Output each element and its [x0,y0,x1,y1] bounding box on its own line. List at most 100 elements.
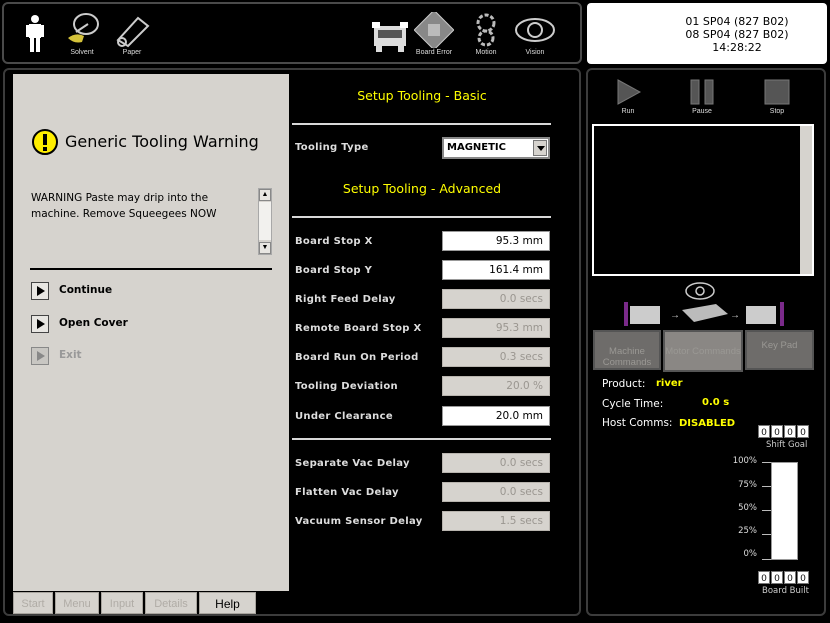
tab-details[interactable]: Details [145,592,197,614]
digit: 0 [797,425,809,438]
dialog-divider [30,268,272,270]
tab-start[interactable]: Start [13,592,53,614]
digit: 0 [797,571,809,584]
board-error-button[interactable]: Board Error [414,12,454,56]
digit: 0 [758,425,770,438]
board-error-icon [414,12,454,48]
tooling-type-label: Tooling Type [295,142,369,153]
board-stop-y-label: Board Stop Y [295,265,373,276]
separate-vac-delay-label: Separate Vac Delay [295,458,410,469]
gauge-tick [762,462,771,463]
gauge-tick [762,559,771,560]
digit: 0 [784,571,796,584]
stop-label: Stop [769,108,785,115]
run-button[interactable]: Run [611,78,645,115]
gauge-75-label: 75% [738,480,757,490]
pause-icon [690,79,714,105]
continue-label: Continue [59,284,113,296]
scroll-down-icon[interactable]: ▼ [259,242,271,254]
solvent-button[interactable]: Solvent [62,12,102,56]
shift-goal-label: Shift Goal [766,440,808,450]
shift-goal-counter: 0 0 0 0 [758,425,809,438]
message-scrollbar[interactable]: ▲ ▼ [258,188,272,255]
dialog-message: WARNING Paste may drip into the machine.… [31,192,217,220]
tab-motor-commands[interactable]: Motor Commands [663,330,743,372]
camera-scrollbar[interactable] [800,126,812,274]
separate-vac-delay-field: 0.0 secs [442,453,550,473]
tooling-type-value: MAGNETIC [447,142,506,153]
board-error-label: Board Error [415,49,453,56]
paper-button[interactable]: Paper [112,12,152,56]
tab-help[interactable]: Help [199,592,256,614]
under-clearance-label: Under Clearance [295,411,393,422]
machine-status: 01 SP04 (827 B02) 08 SP04 (827 B02) 14:2… [587,3,827,64]
solvent-label: Solvent [70,49,94,56]
board-built-counter: 0 0 0 0 [758,571,809,584]
gauge-tick [762,486,771,487]
divider [292,438,551,440]
scroll-thumb[interactable] [259,202,271,240]
scroll-up-icon[interactable]: ▲ [259,189,271,201]
gauge-tick [762,534,771,535]
board-stop-x-label: Board Stop X [295,236,373,247]
pause-label: Pause [692,108,712,115]
status-time: 14:28:22 [712,41,762,54]
digit: 0 [784,425,796,438]
warning-dialog: Generic Tooling Warning WARNING Paste ma… [13,74,289,591]
play-icon [31,347,49,365]
motion-icon [476,13,496,47]
tab-input[interactable]: Input [101,592,143,614]
tooling-type-select[interactable]: MAGNETIC [442,137,550,159]
digit: 0 [771,425,783,438]
paper-icon [116,16,150,48]
status-line-2: 08 SP04 (827 B02) [685,28,789,41]
run-icon [617,79,642,105]
solvent-icon [68,13,99,43]
chevron-down-icon[interactable] [533,140,547,156]
vision-button[interactable]: Vision [514,12,556,56]
gauge-tick [762,510,771,511]
gauge-100-label: 100% [732,456,757,466]
vision-label: Vision [525,49,545,56]
vision-icon [515,18,555,42]
play-icon [31,282,49,300]
digit: 0 [771,571,783,584]
remote-board-stop-x-label: Remote Board Stop X [295,323,422,334]
board-stop-y-field[interactable]: 161.4 mm [442,260,550,280]
tab-key-pad[interactable]: Key Pad [745,330,814,370]
svg-text:→: → [730,310,740,321]
motion-label: Motion [475,49,497,56]
camera-view [592,124,814,276]
right-feed-delay-label: Right Feed Delay [295,294,396,305]
pause-button[interactable]: Pause [685,78,719,115]
product-label: Product: [602,378,646,390]
tab-machine-commands[interactable]: Machine Commands [593,330,661,370]
motion-button[interactable]: Motion [468,12,504,56]
board-stop-x-field[interactable]: 95.3 mm [442,231,550,251]
host-comms-value: DISABLED [679,418,736,429]
setup-tooling-panel: Setup Tooling - Basic Tooling Type MAGNE… [292,74,552,612]
divider [292,216,551,218]
setup-basic-title: Setup Tooling - Basic [357,88,487,103]
operator-button[interactable] [24,14,46,54]
host-comms-label: Host Comms: [602,417,673,429]
warning-icon [32,129,58,155]
tooling-deviation-label: Tooling Deviation [295,381,398,392]
flatten-vac-delay-label: Flatten Vac Delay [295,487,399,498]
status-line-1: 01 SP04 (827 B02) [685,15,789,28]
stop-button[interactable]: Stop [760,78,794,115]
gauge-25-label: 25% [738,526,757,536]
cycle-time-label: Cycle Time: [602,398,664,410]
gauge-0-label: 0% [743,549,758,559]
exit-label: Exit [59,349,82,361]
under-clearance-field[interactable]: 20.0 mm [442,406,550,426]
printer-machine-icon [372,22,408,52]
play-icon [31,315,49,333]
stop-icon [764,79,790,105]
vacuum-sensor-delay-label: Vacuum Sensor Delay [295,516,423,527]
machine-button[interactable] [370,12,410,54]
tab-menu[interactable]: Menu [55,592,99,614]
right-feed-delay-field: 0.0 secs [442,289,550,309]
board-run-on-period-label: Board Run On Period [295,352,419,363]
run-label: Run [621,108,635,115]
